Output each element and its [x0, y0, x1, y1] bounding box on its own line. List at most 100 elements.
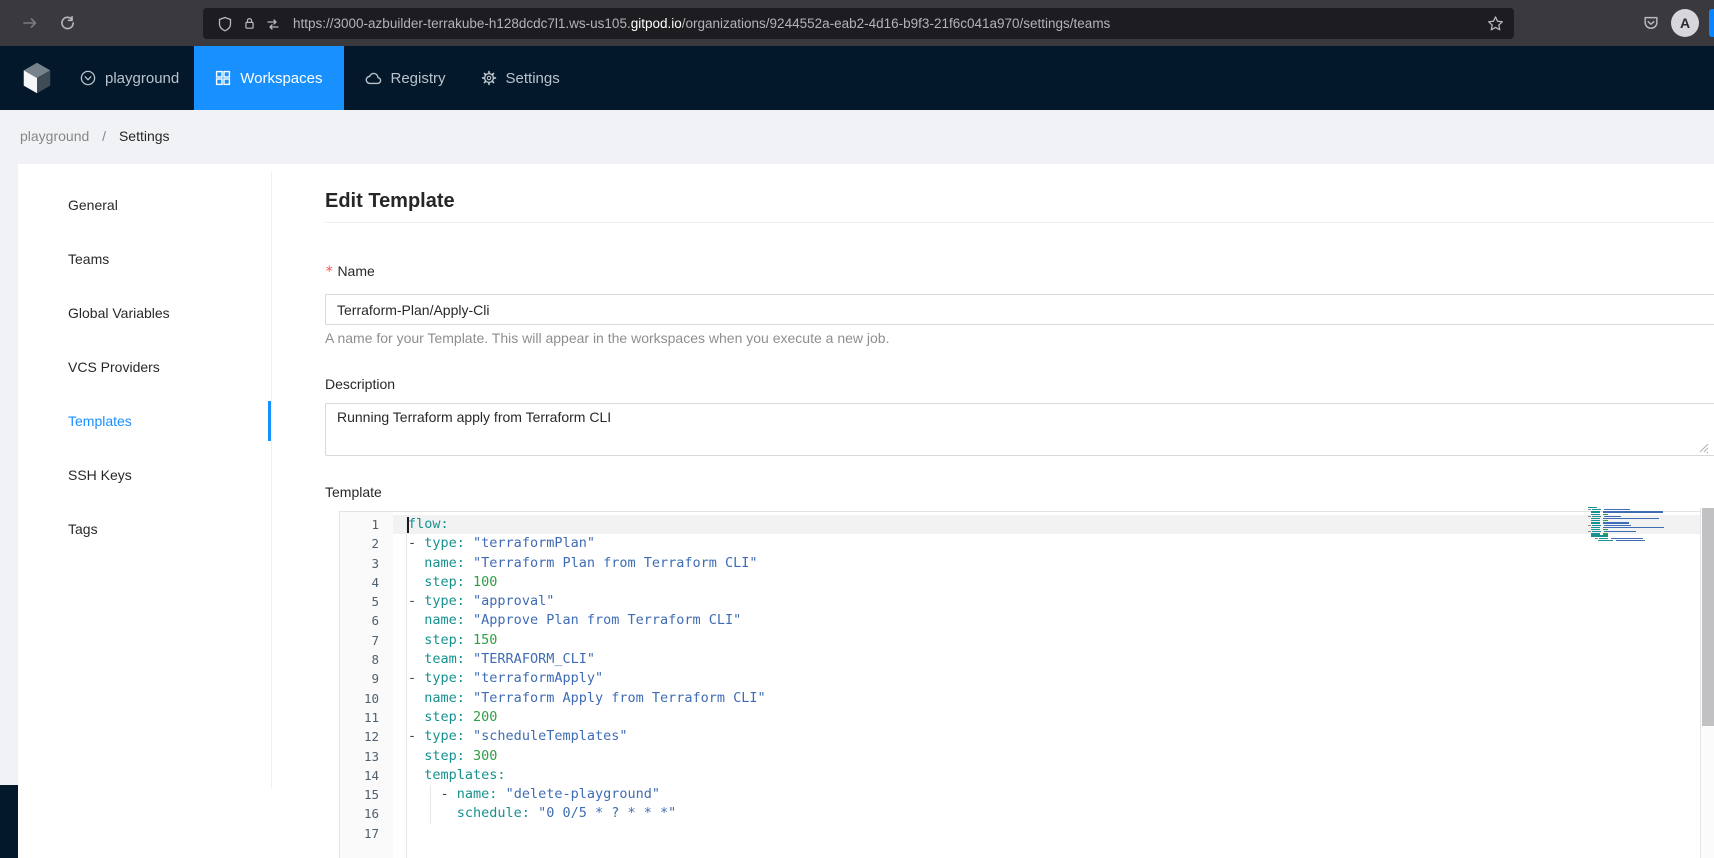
minimap-row	[1588, 538, 1674, 539]
shield-icon[interactable]	[213, 12, 237, 36]
line-number: 5	[340, 592, 393, 611]
url-bar[interactable]: https://3000-azbuilder-terrakube-h128dcd…	[203, 8, 1514, 39]
lock-icon[interactable]	[237, 12, 261, 36]
description-textarea[interactable]: Running Terraform apply from Terraform C…	[325, 403, 1714, 456]
tab-registry[interactable]: Registry	[344, 46, 467, 110]
sidebar-item-vcs-providers[interactable]: VCS Providers	[18, 347, 271, 387]
code-line[interactable]: - type: "scheduleTemplates"	[393, 727, 1700, 746]
line-number: 12	[340, 727, 393, 746]
url-host-highlight: gitpod.io	[631, 16, 682, 31]
minimap-row	[1588, 518, 1674, 519]
code-content[interactable]: flow:- type: "terraformPlan" name: "Terr…	[393, 512, 1700, 858]
breadcrumb-parent[interactable]: playground	[20, 128, 89, 144]
name-label: *Name	[325, 263, 375, 280]
url-path: /organizations/9244552a-eab2-4d16-b9f3-2…	[682, 16, 1111, 31]
code-line[interactable]: name: "Terraform Plan from Terraform CLI…	[393, 554, 1700, 573]
breadcrumb-bar: playground / Settings	[0, 110, 1714, 164]
bookmark-star-icon[interactable]	[1487, 15, 1504, 32]
settings-gear-icon	[481, 70, 497, 86]
pocket-icon[interactable]	[1637, 9, 1665, 37]
minimap-row	[1588, 531, 1674, 532]
line-number: 14	[340, 766, 393, 785]
code-line[interactable]: - type: "terraformApply"	[393, 669, 1700, 688]
line-number: 3	[340, 554, 393, 573]
name-input[interactable]	[325, 294, 1714, 325]
sidebar-item-global-variables[interactable]: Global Variables	[18, 293, 271, 333]
required-asterisk: *	[325, 264, 333, 280]
code-line[interactable]: flow:	[393, 515, 1700, 534]
sidebar-item-general[interactable]: General	[18, 185, 271, 225]
textarea-resize-handle[interactable]	[1696, 440, 1710, 454]
editor-scrollbar-thumb[interactable]	[1702, 508, 1714, 726]
forward-icon[interactable]	[14, 7, 46, 39]
code-line[interactable]: - name: "delete-playground"	[393, 785, 1700, 804]
org-label: playground	[105, 70, 179, 87]
minimap-row	[1588, 542, 1674, 543]
minimap-row	[1588, 511, 1674, 512]
browser-toolbar: https://3000-azbuilder-terrakube-h128dcd…	[0, 0, 1714, 46]
line-number: 17	[340, 824, 393, 843]
app-header: playground Workspaces Registry Settings	[0, 46, 1714, 110]
breadcrumb: playground / Settings	[20, 128, 170, 144]
description-label: Description	[325, 376, 395, 392]
tab-label: Workspaces	[240, 70, 322, 87]
account-button-sliver[interactable]	[1709, 9, 1714, 37]
line-number: 9	[340, 669, 393, 688]
terrakube-logo[interactable]	[20, 61, 54, 95]
line-number: 2	[340, 534, 393, 553]
breadcrumb-separator: /	[102, 128, 106, 144]
tab-label: Registry	[391, 70, 446, 87]
code-line[interactable]: team: "TERRAFORM_CLI"	[393, 650, 1700, 669]
line-number: 4	[340, 573, 393, 592]
sidebar-item-templates[interactable]: Templates	[18, 401, 271, 441]
org-down-circle-icon	[80, 70, 96, 86]
minimap-row	[1588, 516, 1674, 517]
line-number: 8	[340, 650, 393, 669]
line-number: 15	[340, 785, 393, 804]
screen: https://3000-azbuilder-terrakube-h128dcd…	[0, 0, 1714, 858]
permissions-icon[interactable]	[261, 12, 285, 36]
line-number: 10	[340, 689, 393, 708]
editor-scrollbar[interactable]	[1700, 508, 1714, 858]
org-selector[interactable]: playground	[80, 46, 179, 110]
template-label: Template	[325, 484, 382, 500]
tab-workspaces[interactable]: Workspaces	[194, 46, 343, 110]
minimap-row	[1588, 529, 1674, 530]
code-line[interactable]: step: 200	[393, 708, 1700, 727]
line-number: 16	[340, 804, 393, 823]
minimap-row	[1588, 520, 1674, 521]
line-number-gutter: 1234567891011121314151617	[340, 512, 393, 858]
sidebar-item-ssh-keys[interactable]: SSH Keys	[18, 455, 271, 495]
code-line[interactable]: name: "Approve Plan from Terraform CLI"	[393, 611, 1700, 630]
code-line[interactable]: step: 150	[393, 631, 1700, 650]
url-text[interactable]: https://3000-azbuilder-terrakube-h128dcd…	[293, 16, 1110, 31]
code-line[interactable]: - type: "terraformPlan"	[393, 534, 1700, 553]
minimap-row	[1588, 514, 1674, 515]
template-code-editor[interactable]: 1234567891011121314151617 flow:- type: "…	[339, 511, 1700, 858]
code-line[interactable]: name: "Terraform Apply from Terraform CL…	[393, 689, 1700, 708]
code-line[interactable]: templates:	[393, 766, 1700, 785]
settings-card: General Teams Global Variables VCS Provi…	[18, 164, 1714, 858]
line-number: 11	[340, 708, 393, 727]
url-prefix: https://3000-azbuilder-terrakube-h128dcd…	[293, 16, 631, 31]
name-help-text: A name for your Template. This will appe…	[325, 330, 889, 346]
sidebar-corner-block	[0, 785, 18, 858]
sidebar-item-tags[interactable]: Tags	[18, 509, 271, 549]
minimap-row	[1588, 507, 1674, 508]
sidebar-item-teams[interactable]: Teams	[18, 239, 271, 279]
browser-avatar[interactable]: A	[1671, 9, 1699, 37]
minimap-row	[1588, 509, 1674, 510]
registry-cloud-icon	[365, 70, 382, 87]
code-line[interactable]: schedule: "0 0/5 * ? * * *"	[393, 804, 1700, 823]
line-number: 7	[340, 631, 393, 650]
code-line[interactable]: step: 100	[393, 573, 1700, 592]
code-line[interactable]: step: 300	[393, 747, 1700, 766]
tab-settings[interactable]: Settings	[467, 46, 581, 110]
refresh-icon[interactable]	[50, 7, 82, 39]
code-line[interactable]: - type: "approval"	[393, 592, 1700, 611]
code-line[interactable]	[393, 824, 1700, 843]
minimap-row	[1588, 522, 1674, 523]
breadcrumb-current: Settings	[119, 128, 170, 144]
editor-minimap[interactable]	[1588, 507, 1674, 544]
minimap-row	[1588, 533, 1674, 534]
